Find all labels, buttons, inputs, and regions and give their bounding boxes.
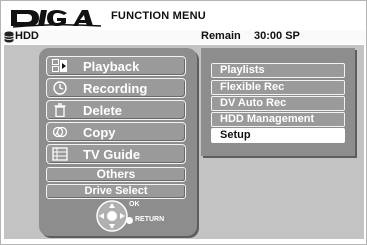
copy-icon <box>52 126 68 138</box>
trash-icon <box>54 103 66 117</box>
sub-item-setup[interactable]: Setup <box>211 128 345 143</box>
sub-item-dv-auto-rec[interactable]: DV Auto Rec <box>211 96 345 111</box>
copy-button[interactable]: Copy <box>46 122 186 142</box>
recording-label: Recording <box>83 81 148 96</box>
drive-label: HDD <box>15 30 39 42</box>
delete-button[interactable]: Delete <box>46 100 186 120</box>
return-icon <box>126 217 133 224</box>
clock-icon <box>53 81 67 95</box>
guide-icon <box>52 147 68 161</box>
menu-title: FUNCTION MENU <box>111 10 206 22</box>
remain-value: 30:00 SP <box>254 30 300 42</box>
ok-label: OK <box>129 201 140 208</box>
sub-item-playlists[interactable]: Playlists <box>211 63 345 78</box>
status-bar <box>1 30 366 44</box>
others-button[interactable]: Others <box>46 167 186 182</box>
copy-label: Copy <box>83 125 116 140</box>
hdd-icon <box>4 31 14 43</box>
sub-item-hdd-management[interactable]: HDD Management <box>211 112 345 127</box>
recording-button[interactable]: Recording <box>46 78 186 98</box>
tv-guide-label: TV Guide <box>83 147 141 162</box>
remain-label: Remain <box>201 30 241 42</box>
playback-button[interactable]: Playback <box>46 56 186 76</box>
tv-guide-button[interactable]: TV Guide <box>46 144 186 164</box>
return-label: RETURN <box>135 216 165 223</box>
dpad-icon <box>96 200 128 232</box>
function-menu-screen: FUNCTION MENU HDD Remain 30:00 SP Playba… <box>0 0 367 245</box>
playback-label: Playback <box>83 59 140 74</box>
drive-select-button[interactable]: Drive Select <box>46 184 186 199</box>
delete-label: Delete <box>83 103 123 118</box>
diga-logo <box>11 10 102 28</box>
sub-item-flexible-rec[interactable]: Flexible Rec <box>211 80 345 95</box>
playback-icon <box>52 59 67 72</box>
